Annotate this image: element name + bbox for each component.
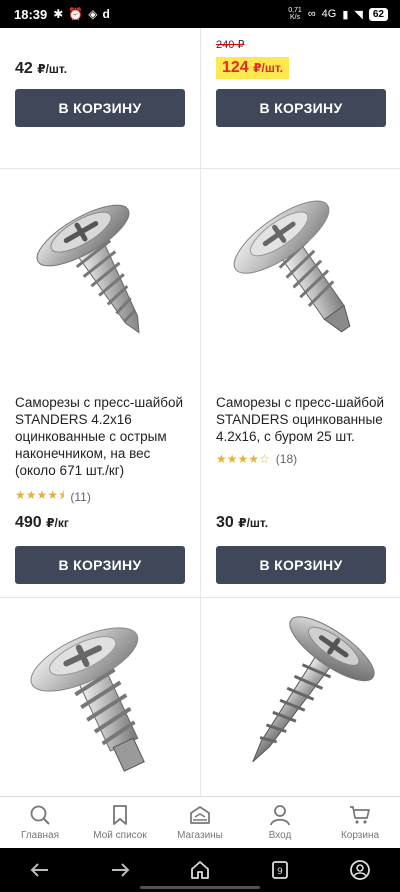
profile-icon[interactable] [340,853,380,887]
nav-item-home[interactable]: Главная [0,797,80,848]
wifi-icon: ◥ [354,8,363,21]
user-icon [269,804,291,826]
home-indicator [140,886,260,889]
rating-stars: ★★★★⯨ [15,488,65,502]
product-image[interactable] [15,610,185,775]
product-title[interactable]: Саморезы с пресс-шайбой STANDERS 4.2x16 … [15,394,193,479]
product-card[interactable]: Саморезы с пресс-шайбой STANDERS 4.2x16 … [0,169,200,597]
nav-label: Магазины [177,830,223,841]
product-card[interactable] [201,598,400,796]
signal-label: 4G [321,8,337,20]
price: 30 ₽/шт. [216,514,269,531]
add-to-cart-button[interactable]: В КОРЗИНУ [216,546,386,584]
product-card[interactable]: 42 ₽/шт. В КОРЗИНУ [0,28,200,168]
add-to-cart-button[interactable]: В КОРЗИНУ [216,89,386,127]
signal-icon: ▮ [342,8,349,21]
product-rating: ★★★★☆ (18) [216,452,297,466]
nav-item-stores[interactable]: Магазины [160,797,240,848]
battery-icon: 62 [368,7,388,21]
screw-sharp-tip-icon [252,616,375,763]
alarm-icon: ⏰ [68,7,84,21]
nav-label: Вход [268,830,292,841]
nav-label: Мой список [93,830,147,841]
status-icons-right: 0,71 K/s ∞ 4G ▮ ◥ 62 [288,7,388,21]
search-icon [29,804,51,826]
bottom-nav: Главная Мой список Магазины Вход Корзина [0,796,400,848]
svg-text:9: 9 [277,867,283,877]
link-icon: ∞ [307,8,316,20]
status-bar: 18:39 ✱ ⏰ ◈ d 0,71 K/s ∞ 4G ▮ ◥ 62 [0,0,400,28]
product-title[interactable]: Саморезы с пресс-шайбой STANDERS оцинков… [216,394,394,445]
old-price: 240 ₽ [216,39,245,51]
app-d-icon: d [102,7,110,21]
bluetooth-icon: ✱ [53,7,64,21]
product-image[interactable] [216,610,386,775]
back-arrow-icon[interactable] [20,853,60,887]
home-icon[interactable] [180,853,220,887]
price: 490 ₽/кг [15,514,69,531]
sale-price: 124 ₽/шт. [216,57,289,79]
price: 42 ₽/шт. [15,60,68,77]
product-rating: ★★★★⯨ (11) [15,486,91,507]
tabs-icon[interactable]: 9 [260,853,300,887]
add-to-cart-button[interactable]: В КОРЗИНУ [15,89,185,127]
screw-sharp-tip-icon [36,204,140,334]
system-nav-bar: 9 [0,848,400,892]
product-grid: 42 ₽/шт. В КОРЗИНУ 240 ₽ 124 ₽/шт. В КОР… [0,28,400,796]
status-time: 18:39 [14,6,48,22]
nav-label: Главная [20,830,60,841]
screw-drill-tip-icon [30,626,145,772]
store-icon [189,804,211,826]
product-card[interactable]: Саморезы с пресс-шайбой STANDERS оцинков… [201,169,400,597]
nav-label: Корзина [340,830,380,841]
nav-item-my-list[interactable]: Мой список [80,797,160,848]
product-image[interactable] [15,183,185,348]
add-to-cart-button[interactable]: В КОРЗИНУ [15,546,185,584]
bookmark-icon [109,804,131,826]
product-card[interactable]: 240 ₽ 124 ₽/шт. В КОРЗИНУ [201,28,400,168]
product-image[interactable] [216,183,386,348]
cart-icon [349,804,371,826]
review-count[interactable]: (11) [70,490,90,504]
shield-icon: ◈ [88,7,98,21]
nav-item-login[interactable]: Вход [240,797,320,848]
forward-arrow-icon[interactable] [100,853,140,887]
screw-drill-tip-icon [233,200,351,333]
net-speed: 0,71 K/s [288,7,302,21]
status-icons-left: ✱ ⏰ ◈ d [53,7,110,21]
rating-stars: ★★★★☆ [216,452,270,466]
product-card[interactable] [0,598,200,796]
review-count[interactable]: (18) [276,452,297,466]
nav-item-cart[interactable]: Корзина [320,797,400,848]
